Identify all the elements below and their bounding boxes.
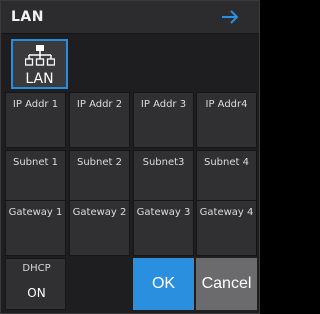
ip-addr-2-cell[interactable]: IP Addr 2 <box>69 92 130 148</box>
dhcp-label: DHCP <box>22 263 51 274</box>
cancel-button[interactable]: Cancel <box>196 258 257 310</box>
gateway-3-cell[interactable]: Gateway 3 <box>133 200 194 256</box>
subnet-3-label: Subnet3 <box>142 157 185 168</box>
ip-addr-4-label: IP Addr4 <box>205 99 248 110</box>
ok-button[interactable]: OK <box>133 258 194 310</box>
ip-addr-1-cell[interactable]: IP Addr 1 <box>5 92 66 148</box>
gateway-4-cell[interactable]: Gateway 4 <box>196 200 257 256</box>
gateway-1-label: Gateway 1 <box>8 207 63 218</box>
dhcp-value: ON <box>27 286 46 300</box>
gateway-1-cell[interactable]: Gateway 1 <box>5 200 66 256</box>
lan-tile[interactable]: LAN <box>11 39 68 89</box>
subnet-2-label: Subnet 2 <box>77 157 122 168</box>
dhcp-toggle[interactable]: DHCP ON <box>5 258 66 310</box>
gateway-2-cell[interactable]: Gateway 2 <box>69 200 130 256</box>
gateway-2-label: Gateway 2 <box>72 207 127 218</box>
ip-addr-4-cell[interactable]: IP Addr4 <box>196 92 257 148</box>
ip-addr-3-label: IP Addr 3 <box>140 99 187 110</box>
gateway-4-label: Gateway 4 <box>199 207 254 218</box>
subnet-1-cell[interactable]: Subnet 1 <box>5 150 66 206</box>
network-hierarchy-icon <box>25 45 55 66</box>
gateway-3-label: Gateway 3 <box>136 207 191 218</box>
lan-label: LAN <box>25 71 54 87</box>
subnet-1-label: Subnet 1 <box>13 157 58 168</box>
ip-addr-2-label: IP Addr 2 <box>76 99 123 110</box>
arrow-right-icon[interactable] <box>219 7 241 27</box>
subnet-2-cell[interactable]: Subnet 2 <box>69 150 130 206</box>
ip-addr-1-label: IP Addr 1 <box>12 99 59 110</box>
title-bar: LAN <box>1 1 259 34</box>
dialog-title: LAN <box>11 9 44 25</box>
subnet-4-cell[interactable]: Subnet 4 <box>196 150 257 206</box>
ip-addr-3-cell[interactable]: IP Addr 3 <box>133 92 194 148</box>
subnet-3-cell[interactable]: Subnet3 <box>133 150 194 206</box>
lan-dialog: LAN LAN IP Addr 1 IP Addr 2 IP Addr 3 IP… <box>0 0 260 314</box>
subnet-4-label: Subnet 4 <box>204 157 249 168</box>
